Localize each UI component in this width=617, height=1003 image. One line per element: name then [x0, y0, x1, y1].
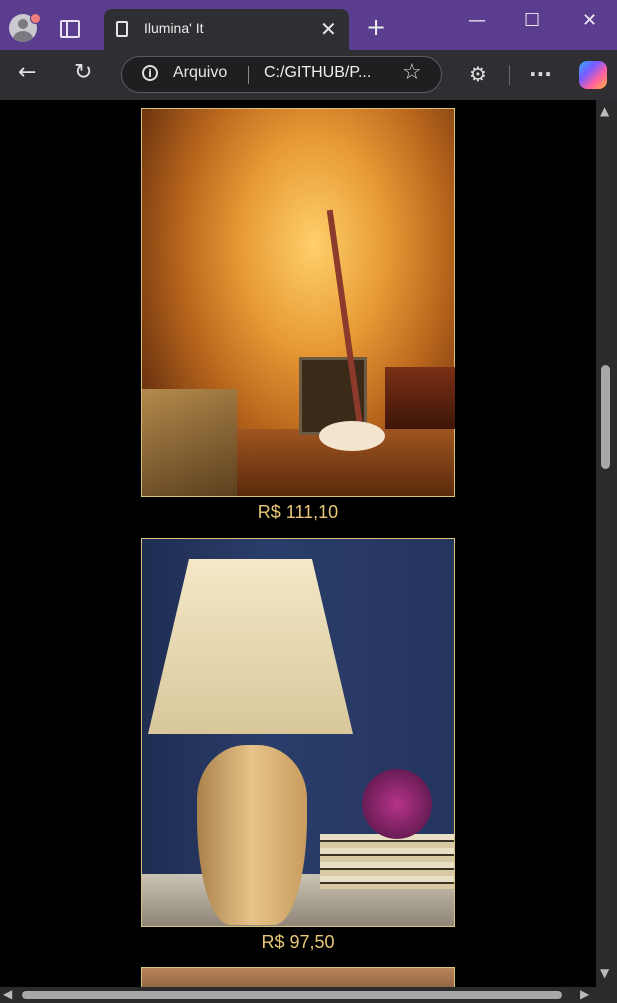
img-bed	[142, 389, 237, 496]
reload-button[interactable]: ↻	[74, 60, 92, 85]
scroll-down-arrow-icon[interactable]: ▼	[600, 966, 609, 980]
product-image-ceramic-table-lamp[interactable]	[141, 538, 455, 927]
product-image-partial[interactable]	[141, 967, 455, 987]
product-image-fairy-light-tree-lamp[interactable]	[141, 108, 455, 497]
tab-title: Ilumina' It	[144, 20, 204, 36]
tab-actions-icon[interactable]	[60, 20, 80, 38]
img-lamp-shade	[148, 559, 353, 734]
vertical-scrollbar[interactable]: ▲ ▼	[596, 100, 617, 987]
favorite-star-icon[interactable]: ☆	[402, 60, 422, 85]
minimize-button[interactable]: —	[468, 10, 486, 31]
vertical-scroll-thumb[interactable]	[601, 365, 610, 469]
horizontal-scrollbar[interactable]: ◀ ▶	[0, 987, 617, 1003]
navigation-toolbar: ← ↻ i Arquivo C:/GITHUB/P... ☆ ⚙ ···	[0, 50, 617, 100]
img-books	[320, 834, 454, 889]
maximize-button[interactable]: ☐	[524, 10, 540, 31]
toolbar-separator	[509, 65, 510, 85]
avatar-head	[18, 19, 28, 29]
info-icon[interactable]: i	[142, 65, 158, 81]
address-bar[interactable]: i Arquivo C:/GITHUB/P... ☆	[121, 56, 442, 93]
more-menu-icon[interactable]: ···	[529, 62, 552, 86]
scroll-up-arrow-icon[interactable]: ▲	[600, 104, 609, 118]
title-bar: Ilumina' It ✕ + — ☐ ✕	[0, 0, 617, 50]
profile-notification-dot	[30, 13, 41, 24]
security-label: Arquivo	[173, 64, 228, 81]
product-price: R$ 111,10	[257, 502, 339, 522]
extensions-icon[interactable]: ⚙	[469, 62, 487, 86]
scroll-right-arrow-icon[interactable]: ▶	[580, 987, 589, 1001]
horizontal-scroll-thumb[interactable]	[22, 991, 562, 999]
img-flowers	[362, 769, 432, 839]
document-icon	[116, 21, 128, 37]
close-window-button[interactable]: ✕	[582, 10, 597, 31]
copilot-icon[interactable]	[579, 61, 607, 89]
img-books	[385, 367, 455, 429]
address-separator	[248, 66, 249, 84]
page-viewport: R$ 111,10 R$ 97,50	[0, 100, 596, 987]
product-price: R$ 97,50	[261, 932, 335, 952]
scroll-left-arrow-icon[interactable]: ◀	[3, 987, 12, 1001]
img-lamp-vase	[197, 745, 307, 925]
avatar-body	[13, 31, 33, 42]
url-text[interactable]: C:/GITHUB/P...	[264, 64, 371, 82]
img-lamp-base	[319, 421, 385, 451]
back-button[interactable]: ←	[18, 60, 36, 85]
new-tab-button[interactable]: +	[366, 13, 386, 41]
tab-active[interactable]: Ilumina' It ✕	[104, 9, 349, 50]
tab-close-icon[interactable]: ✕	[320, 17, 337, 41]
